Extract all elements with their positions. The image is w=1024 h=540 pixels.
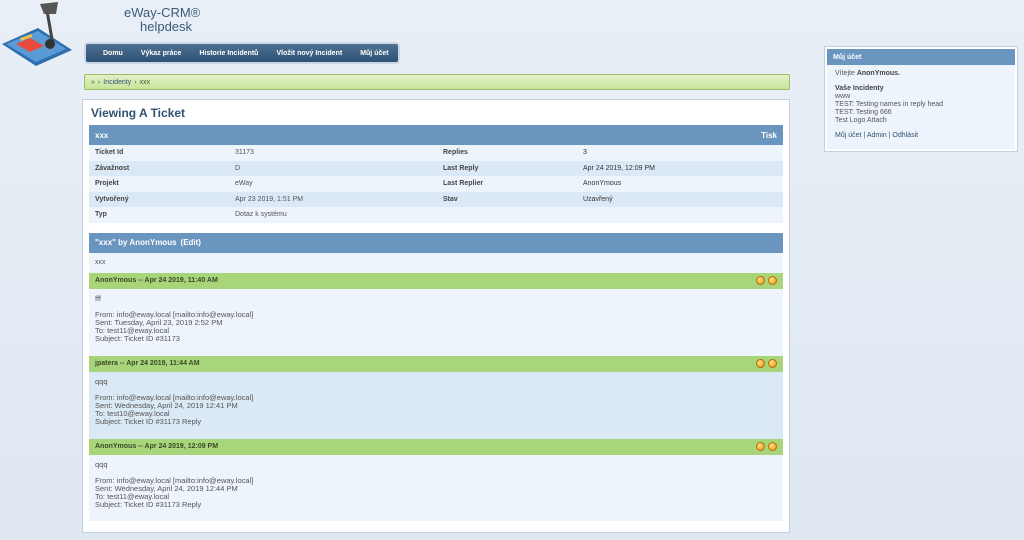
table-row: Vytvořený Apr 23 2019, 1:51 PM Stav Uzav… [89, 191, 783, 207]
message-title: "xxx" by AnonYmous [95, 238, 177, 247]
reply-sent: Sent: Tuesday, April 23, 2019 2:52 PM [95, 317, 223, 327]
field-value: 3 [583, 149, 587, 157]
brand: eWay-CRM® helpdesk [124, 6, 200, 34]
incident-link[interactable]: Test Logo Attach [835, 117, 1007, 125]
reply-text: qqq [95, 376, 108, 386]
reply-subject: Subject: Ticket ID #31173 Reply [95, 416, 202, 426]
reply-author: AnonYmous -- Apr 24 2019, 11:40 AM [95, 277, 218, 284]
reply-actions [756, 276, 777, 285]
field-label: Projekt [95, 180, 119, 188]
reply-body: qqq From: info@eway.local [mailto:info@e… [89, 454, 783, 521]
field-label: Last Reply [443, 164, 479, 172]
field-value: AnonYmous [583, 180, 622, 188]
nav-incident-history[interactable]: Historie Incidentů [190, 50, 267, 57]
breadcrumb: » › Incidenty › xxx [84, 74, 790, 90]
incident-link[interactable]: TEST: Testing names in reply head [835, 101, 1007, 109]
logo [0, 0, 90, 68]
ticket-subject: xxx [95, 130, 109, 140]
link-my-account[interactable]: Můj účet [835, 132, 861, 139]
username: AnonYmous. [856, 70, 900, 77]
reply-body: qqq From: info@eway.local [mailto:info@e… [89, 371, 783, 439]
field-label: Stav [443, 195, 458, 203]
field-value: 31173 [235, 149, 254, 157]
field-label: Replies [443, 149, 468, 157]
reply-edit-icon[interactable] [768, 442, 777, 451]
logo-lamp-icon [2, 2, 72, 66]
field-label: Závažnost [95, 164, 130, 172]
field-label: Vytvořený [95, 195, 129, 203]
reply-edit-icon[interactable] [768, 359, 777, 368]
field-value: Apr 24 2019, 12:09 PM [583, 164, 655, 172]
reply-quote-icon[interactable] [756, 442, 765, 451]
breadcrumb-sep: › [134, 78, 137, 86]
table-row: Ticket Id 31173 Replies 3 [89, 145, 783, 161]
nav-work-report[interactable]: Výkaz práce [132, 50, 190, 57]
breadcrumb-incidents-link[interactable]: Incidenty [103, 79, 131, 86]
field-value: eWay [235, 180, 253, 188]
field-value: Apr 23 2019, 1:51 PM [235, 195, 304, 203]
reply-subject: Subject: Ticket ID #31173 Reply [95, 499, 202, 509]
reply-text: fff [95, 293, 101, 303]
incidents-title: Vaše Incidenty [835, 85, 884, 92]
field-value: D [235, 164, 241, 172]
account-box: Můj účet Vítejte AnonYmous. Vaše Inciden… [824, 46, 1018, 152]
edit-link[interactable]: (Edit) [181, 238, 201, 247]
brand-name: eWay-CRM® [124, 5, 201, 20]
welcome-prefix: Vítejte [835, 70, 855, 77]
reply-quote-icon[interactable] [756, 359, 765, 368]
reply-to: To: test11@eway.local [95, 325, 170, 335]
reply-header: AnonYmous -- Apr 24 2019, 12:09 PM [89, 438, 783, 455]
message-header: "xxx" by AnonYmous (Edit) [89, 232, 783, 253]
reply-author: jpatera -- Apr 24 2019, 11:44 AM [95, 360, 200, 367]
ticket-panel: Viewing A Ticket xxx Tisk Ticket Id 3117… [82, 99, 790, 533]
reply-edit-icon[interactable] [768, 276, 777, 285]
nav-home[interactable]: Domu [94, 50, 132, 57]
nav-my-account[interactable]: Můj účet [351, 50, 397, 57]
account-links: Můj účet | Admin | Odhlásit [835, 132, 1007, 140]
field-label: Last Replier [443, 180, 484, 188]
table-row: Projekt eWay Last Replier AnonYmous [89, 176, 783, 192]
reply-quote-icon[interactable] [756, 276, 765, 285]
link-admin[interactable]: Admin [867, 132, 887, 139]
field-label [437, 207, 577, 223]
reply-actions [756, 359, 777, 368]
account-body: Vítejte AnonYmous. Vaše Incidenty www TE… [827, 65, 1015, 149]
reply-text: qqq [95, 459, 108, 469]
print-link[interactable]: Tisk [761, 131, 777, 140]
reply-sent: Sent: Wednesday, April 24, 2019 12:44 PM [95, 483, 238, 493]
link-separator: | [888, 132, 891, 139]
ticket-info-table: Ticket Id 31173 Replies 3 Závažnost D La… [89, 145, 783, 223]
reply-actions [756, 442, 777, 451]
reply-header: jpatera -- Apr 24 2019, 11:44 AM [89, 355, 783, 372]
incident-link[interactable]: www [835, 93, 1007, 101]
reply-author: AnonYmous -- Apr 24 2019, 12:09 PM [95, 443, 219, 450]
field-value: Dotaz k systému [235, 211, 287, 219]
reply-header: AnonYmous -- Apr 24 2019, 11:40 AM [89, 272, 783, 289]
ticket-header: xxx Tisk [89, 125, 783, 145]
welcome-line: Vítejte AnonYmous. [835, 70, 1007, 78]
page-title: Viewing A Ticket [91, 106, 186, 120]
my-incidents: Vaše Incidenty www TEST: Testing names i… [835, 85, 1007, 125]
link-logout[interactable]: Odhlásit [892, 132, 918, 139]
incident-link[interactable]: TEST: Testing 666 [835, 109, 1007, 117]
account-title: Můj účet [827, 49, 1015, 65]
main-nav: Domu Výkaz práce Historie Incidentů Vlož… [84, 42, 400, 64]
reply-body: fff From: info@eway.local [mailto:info@e… [89, 288, 783, 356]
message-body: xxx [89, 252, 783, 273]
field-label: Typ [95, 211, 107, 219]
field-label: Ticket Id [95, 149, 124, 157]
breadcrumb-current: xxx [139, 78, 151, 86]
field-value [577, 207, 783, 223]
nav-new-incident[interactable]: Vložit nový Incident [267, 50, 351, 57]
breadcrumb-sep: » [91, 78, 95, 86]
brand-sub: helpdesk [140, 19, 193, 34]
field-value: Uzavřený [583, 195, 613, 203]
table-row: Závažnost D Last Reply Apr 24 2019, 12:0… [89, 160, 783, 176]
reply-subject: Subject: Ticket ID #31173 [95, 333, 180, 343]
reply-sent: Sent: Wednesday, April 24, 2019 12:41 PM [95, 400, 238, 410]
link-separator: | [863, 132, 866, 139]
breadcrumb-sep: › [97, 78, 101, 86]
table-row: Typ Dotaz k systému [89, 207, 783, 223]
